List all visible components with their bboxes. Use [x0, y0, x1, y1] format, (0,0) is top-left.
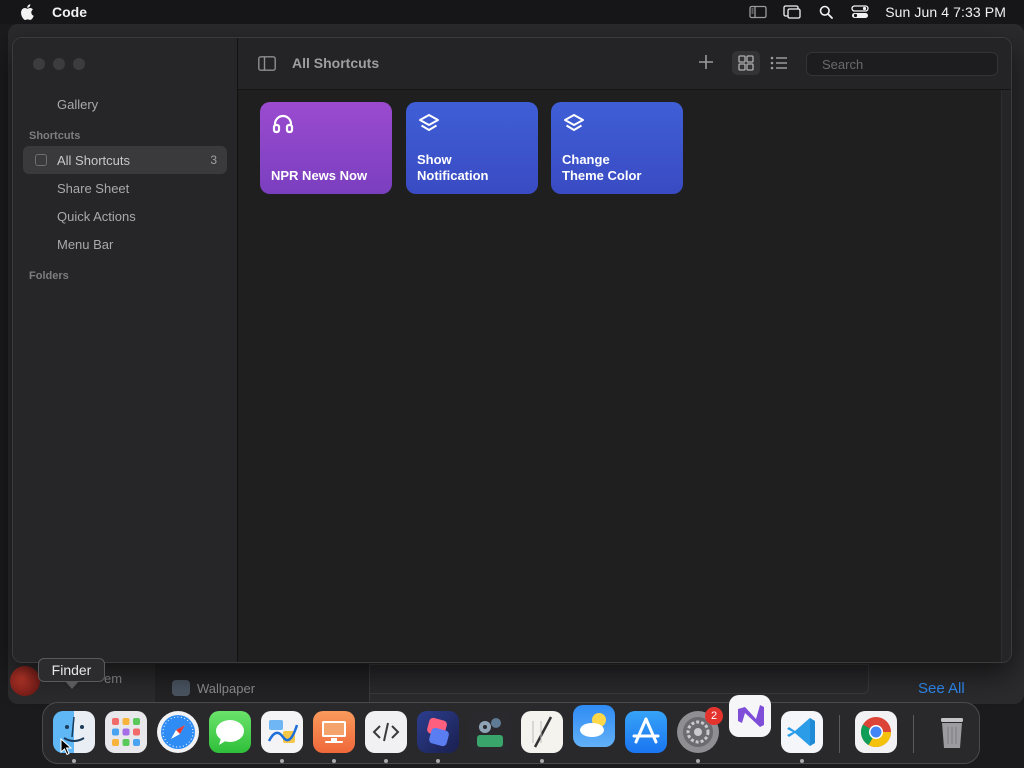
menu-bar: Code Sun Jun 4 7:33 PM [0, 0, 1024, 24]
sidebar-item-label: Gallery [57, 96, 99, 112]
dock-automator-icon[interactable] [469, 711, 511, 753]
control-center-icon[interactable] [851, 5, 869, 19]
dock-separator [839, 715, 840, 753]
shortcut-tile-label: NPR News Now [271, 168, 368, 183]
shortcut-tile-label: Show Notification [417, 152, 489, 183]
dock-running-indicator [72, 759, 76, 763]
dock: 2 [42, 695, 980, 764]
shortcut-count: 3 [210, 153, 217, 167]
sidebar: Gallery Shortcuts All Shortcuts 3 Share … [13, 38, 238, 662]
sidebar-section-folders: Folders [29, 270, 69, 282]
dock-freeform-icon[interactable] [261, 711, 303, 753]
add-shortcut-icon[interactable] [697, 53, 715, 71]
dock-app-store-icon[interactable] [625, 711, 667, 753]
dock-vscode-icon[interactable] [781, 711, 823, 753]
sidebar-section-shortcuts: Shortcuts [29, 130, 81, 142]
layers-icon [419, 114, 439, 131]
mouse-cursor-icon [60, 738, 72, 756]
dock-weather-icon[interactable] [573, 705, 615, 747]
dock-script-editor-icon[interactable] [365, 711, 407, 753]
menubar-clock[interactable]: Sun Jun 4 7:33 PM [885, 4, 1006, 20]
shortcut-tile-change-theme-color[interactable]: Change Theme Color [551, 102, 683, 194]
minimize-window-button[interactable] [53, 58, 65, 70]
dock-running-indicator [436, 759, 440, 763]
notification-badge: 2 [705, 707, 723, 725]
toggle-sidebar-icon[interactable] [258, 56, 276, 71]
sidebar-item-label: All Shortcuts [57, 152, 130, 168]
dock-tooltip: Finder [38, 658, 105, 682]
user-avatar[interactable] [10, 666, 40, 696]
shortcut-tile-show-notification[interactable]: Show Notification [406, 102, 538, 194]
search-field[interactable] [806, 52, 998, 76]
toolbar: All Shortcuts [238, 38, 1011, 90]
search-input[interactable] [822, 56, 998, 72]
page-title: All Shortcuts [292, 55, 380, 71]
sidebar-item-gallery[interactable]: Gallery [23, 90, 227, 118]
dock-tooltip-arrow [65, 681, 79, 689]
dock-shortcuts-icon[interactable] [417, 711, 459, 753]
sidebar-item-all-shortcuts[interactable]: All Shortcuts 3 [23, 146, 227, 174]
apple-menu-icon[interactable] [20, 4, 34, 20]
dock-running-indicator [280, 759, 284, 763]
grid-view-icon [738, 55, 754, 71]
background-window-edge [1016, 30, 1024, 590]
dock-running-indicator [332, 759, 336, 763]
dock-safari-icon[interactable] [157, 711, 199, 753]
dock-keynote-icon[interactable] [313, 711, 355, 753]
sidebar-item-menu-bar[interactable]: Menu Bar [23, 230, 227, 258]
all-shortcuts-icon [35, 154, 47, 166]
dock-running-indicator [384, 759, 388, 763]
shortcut-tile-label: Change Theme Color [562, 152, 642, 183]
dock-separator [913, 715, 914, 753]
sidebar-item-quick-actions[interactable]: Quick Actions [23, 202, 227, 230]
shortcut-tile-npr-news-now[interactable]: NPR News Now [260, 102, 392, 194]
grid-view-button[interactable] [732, 51, 760, 75]
zoom-window-button[interactable] [73, 58, 85, 70]
dock-visual-studio-icon[interactable] [729, 695, 771, 737]
spotlight-search-icon[interactable] [817, 5, 835, 19]
vertical-scrollbar[interactable] [1001, 90, 1011, 662]
dock-running-indicator [800, 759, 804, 763]
wallpaper-label: Wallpaper [197, 680, 256, 696]
dock-script-pen-icon[interactable] [521, 711, 563, 753]
dock-launchpad-icon[interactable] [105, 711, 147, 753]
wallpaper-icon [172, 680, 190, 696]
sidebar-item-label: Menu Bar [57, 236, 114, 252]
dock-running-indicator [540, 759, 544, 763]
screen-mirroring-icon[interactable] [783, 5, 801, 19]
layers-icon [564, 114, 584, 131]
see-all-link[interactable]: See All [918, 680, 965, 697]
shortcuts-window: Gallery Shortcuts All Shortcuts 3 Share … [12, 37, 1012, 663]
app-name-menu[interactable]: Code [52, 4, 87, 20]
window-controls [33, 58, 93, 70]
shortcuts-grid: NPR News Now Show Notification Change Th… [238, 90, 1001, 662]
sidebar-item-share-sheet[interactable]: Share Sheet [23, 174, 227, 202]
background-system-label: em [104, 671, 123, 686]
background-wallpaper-item[interactable]: Wallpaper [172, 680, 255, 696]
dock-messages-icon[interactable] [209, 711, 251, 753]
sidebar-item-label: Share Sheet [57, 180, 130, 196]
dock-running-indicator [696, 759, 700, 763]
headphones-icon [272, 114, 294, 134]
dock-chrome-icon[interactable] [855, 711, 897, 753]
sidebar-item-label: Quick Actions [57, 208, 136, 224]
list-view-icon[interactable] [770, 55, 788, 71]
dock-trash-icon[interactable] [931, 711, 973, 753]
close-window-button[interactable] [33, 58, 45, 70]
sidebar-status-icon[interactable] [749, 5, 767, 19]
